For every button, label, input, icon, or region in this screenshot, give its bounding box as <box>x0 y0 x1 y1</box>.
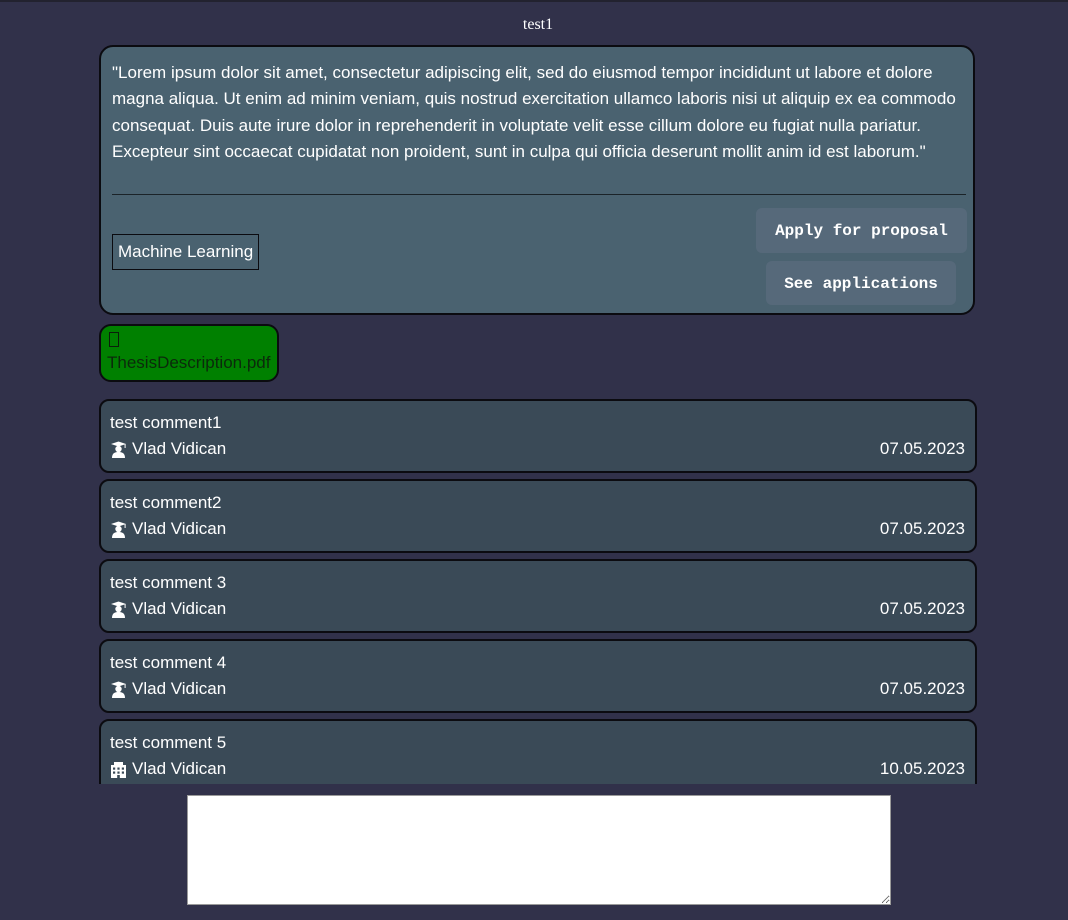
graduation-cap-icon <box>111 441 126 458</box>
comment-author: Vlad Vidican <box>132 759 227 778</box>
comment-text: test comment 5 <box>110 733 227 752</box>
comment-author: Vlad Vidican <box>132 439 227 458</box>
file-icon <box>109 332 119 347</box>
proposal-description: "Lorem ipsum dolor sit amet, consectetur… <box>112 63 956 161</box>
comment-text: test comment1 <box>110 413 222 432</box>
comment-textarea[interactable] <box>187 795 891 905</box>
attachment-file[interactable]: ThesisDescription.pdf <box>99 324 279 382</box>
comment-item: test comment2 Vlad Vidican 07.05.2023 <box>99 479 977 553</box>
comments-list[interactable]: test comment1 Vlad Vidican 07.05.2023 te… <box>99 399 979 784</box>
topic-tag: Machine Learning <box>112 234 260 270</box>
top-divider <box>0 0 1068 2</box>
building-icon <box>111 762 126 778</box>
comment-item: test comment1 Vlad Vidican 07.05.2023 <box>99 399 977 473</box>
comment-date: 07.05.2023 <box>879 519 965 538</box>
attachment-file-name: ThesisDescription.pdf <box>107 353 271 372</box>
comment-text: test comment 3 <box>110 573 227 592</box>
comment-item: test comment 5 Vlad Vidican 10.05.2023 <box>99 719 977 784</box>
comment-text: test comment2 <box>110 493 222 512</box>
proposal-card: "Lorem ipsum dolor sit amet, consectetur… <box>99 45 975 315</box>
graduation-cap-icon <box>111 521 126 538</box>
apply-for-proposal-button[interactable]: Apply for proposal <box>756 208 967 253</box>
comment-author: Vlad Vidican <box>132 599 227 618</box>
comment-date: 07.05.2023 <box>879 439 965 458</box>
proposal-divider <box>112 194 966 195</box>
page-title: test1 <box>522 16 554 33</box>
comment-date: 07.05.2023 <box>879 679 965 698</box>
comment-author: Vlad Vidican <box>132 519 227 538</box>
see-applications-button[interactable]: See applications <box>766 261 956 305</box>
comment-date: 10.05.2023 <box>879 759 965 778</box>
graduation-cap-icon <box>111 681 126 698</box>
comment-date: 07.05.2023 <box>879 599 965 618</box>
comment-item: test comment 3 Vlad Vidican 07.05.2023 <box>99 559 977 633</box>
comment-text: test comment 4 <box>110 653 227 672</box>
graduation-cap-icon <box>111 601 126 618</box>
comment-item: test comment 4 Vlad Vidican 07.05.2023 <box>99 639 977 713</box>
comment-author: Vlad Vidican <box>132 679 227 698</box>
